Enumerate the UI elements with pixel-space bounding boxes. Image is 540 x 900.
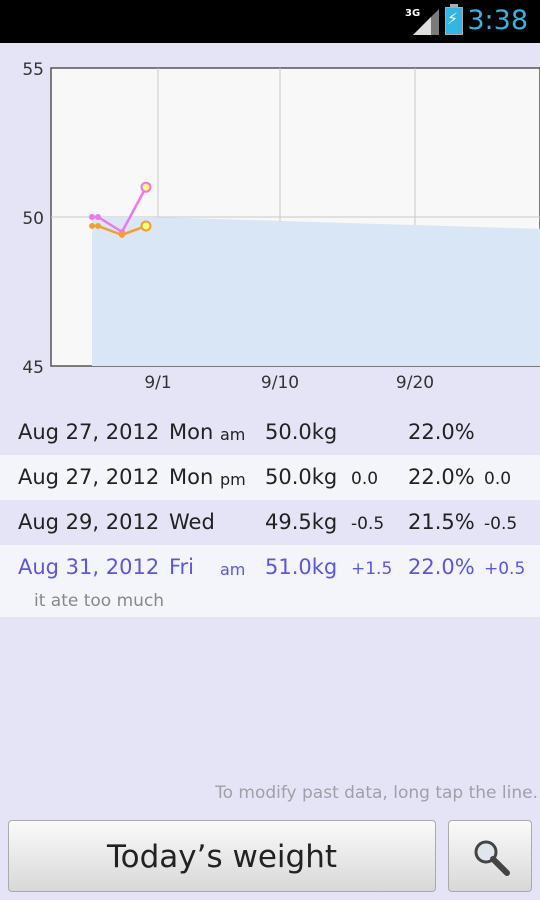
- entry-weight: 50.0kg: [265, 420, 338, 444]
- entry-weight: 51.0kg: [265, 555, 338, 579]
- chart-x-tick-label: 9/20: [396, 373, 434, 393]
- entry-fat-diff: -0.5: [484, 514, 518, 534]
- clock: 3:38: [467, 5, 528, 36]
- entry-day: Wed: [169, 510, 215, 534]
- entry-note: it ate too much: [34, 591, 165, 611]
- entry-day: Fri: [169, 555, 195, 579]
- chart-x-tick-label: 9/1: [144, 373, 171, 393]
- entry-fat: 22.0%: [408, 555, 475, 579]
- search-button[interactable]: [448, 820, 532, 892]
- entry-weight-diff: -0.5: [351, 514, 385, 534]
- chart-point: [140, 220, 152, 232]
- table-row[interactable]: Aug 27, 2012 Mon am 50.0kg 22.0%: [0, 410, 540, 455]
- chart-y-tick-label: 45: [22, 358, 44, 378]
- table-row[interactable]: Aug 29, 2012 Wed 49.5kg -0.5 21.5% -0.5: [0, 500, 540, 545]
- entry-weight: 49.5kg: [265, 510, 338, 534]
- entry-date: Aug 27, 2012: [18, 465, 160, 489]
- chart-point: [89, 222, 95, 229]
- signal-icon: [413, 9, 439, 35]
- search-icon: [474, 840, 510, 876]
- entry-ampm: am: [220, 560, 246, 579]
- entry-fat: 21.5%: [408, 510, 475, 534]
- entry-ampm: pm: [220, 470, 246, 489]
- chart-x-tick-label: 9/10: [261, 373, 299, 393]
- chart-y-tick-label: 55: [22, 60, 44, 80]
- chart-point: [89, 214, 95, 220]
- entry-weight-diff: 0.0: [351, 469, 379, 489]
- entry-date: Aug 29, 2012: [18, 510, 160, 534]
- entry-fat: 22.0%: [408, 465, 475, 489]
- hint-text: To modify past data, long tap the line.: [215, 783, 538, 803]
- entry-fat-diff: 0.0: [484, 469, 512, 489]
- entry-list: Aug 27, 2012 Mon am 50.0kg 22.0% Aug 27,…: [0, 410, 540, 617]
- entry-ampm: am: [220, 425, 246, 444]
- entry-weight: 50.0kg: [265, 465, 338, 489]
- todays-weight-button[interactable]: Today’s weight: [8, 820, 436, 892]
- chart-point: [95, 222, 101, 229]
- entry-day: Mon: [169, 420, 214, 444]
- entry-day: Mon: [169, 465, 214, 489]
- battery-icon: ⚡: [445, 4, 463, 35]
- weight-chart[interactable]: 55 50 45 9/1 9/10 9/20: [0, 43, 540, 403]
- table-row[interactable]: Aug 31, 2012 Fri am 51.0kg +1.5 22.0% +0…: [0, 545, 540, 617]
- entry-weight-diff: +1.5: [351, 559, 393, 579]
- status-bar: 3G ⚡ 3:38: [0, 0, 540, 43]
- chart-y-tick-label: 50: [22, 209, 44, 229]
- chart-goal-area: [92, 217, 540, 366]
- chart-point: [140, 181, 152, 193]
- entry-fat: 22.0%: [408, 420, 475, 444]
- entry-date: Aug 31, 2012: [18, 555, 160, 579]
- entry-fat-diff: +0.5: [484, 559, 526, 579]
- chart-point: [95, 214, 101, 220]
- chart-point: [119, 231, 125, 238]
- table-row[interactable]: Aug 27, 2012 Mon pm 50.0kg 0.0 22.0% 0.0: [0, 455, 540, 500]
- entry-date: Aug 27, 2012: [18, 420, 160, 444]
